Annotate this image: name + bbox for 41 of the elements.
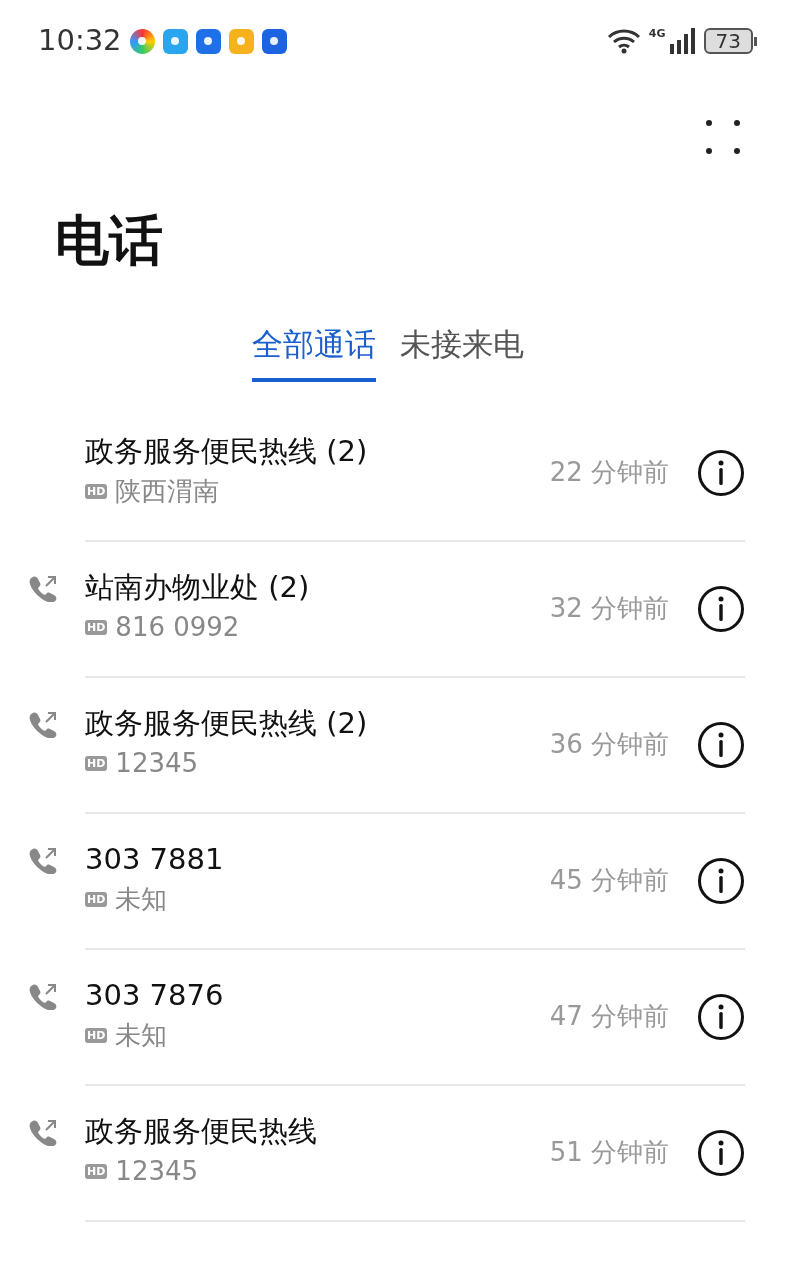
info-button[interactable] (697, 584, 745, 633)
info-button[interactable] (697, 448, 745, 497)
status-time: 10:32 (38, 22, 122, 60)
call-detail: 陕西渭南 (115, 475, 220, 509)
contact-name: 政务服务便民热线 (2) (85, 433, 369, 469)
network-type: 4G (648, 26, 666, 42)
contact-name: 站南办物业处 (2) (85, 569, 311, 605)
menu-button[interactable] (706, 120, 740, 154)
info-button[interactable] (697, 856, 745, 905)
call-time: 51 分钟前 (549, 1136, 669, 1169)
wifi-icon (606, 28, 641, 54)
signal-icon (669, 28, 696, 54)
call-detail: 12345 (115, 1155, 199, 1189)
app-icon (129, 28, 155, 54)
contact-name: 303 7876 (85, 977, 225, 1013)
call-time: 47 分钟前 (549, 1000, 669, 1033)
call-time: 36 分钟前 (549, 728, 669, 761)
hd-badge: HD (85, 484, 108, 500)
contact-name: 政务服务便民热线 (2) (85, 705, 369, 741)
page-title: 电话 (54, 208, 164, 274)
tab[interactable]: 未接来电 (399, 321, 524, 382)
info-button[interactable] (697, 1128, 745, 1177)
call-detail: 未知 (115, 883, 168, 917)
call-detail: 未知 (115, 1019, 168, 1053)
info-button[interactable] (697, 992, 745, 1041)
hd-badge: HD (85, 756, 108, 772)
hd-badge: HD (85, 620, 108, 636)
call-detail: 816 0992 (115, 611, 240, 645)
battery-level: 73 (703, 28, 753, 54)
tab[interactable]: 全部通话 (251, 321, 376, 382)
info-button[interactable] (697, 720, 745, 769)
contact-name: 303 7881 (85, 841, 225, 877)
contact-name: 政务服务便民热线 (85, 1113, 318, 1149)
call-time: 22 分钟前 (549, 456, 669, 489)
battery-cap-icon (754, 36, 757, 46)
call-time: 45 分钟前 (549, 864, 669, 897)
call-detail: 12345 (115, 747, 199, 781)
hd-badge: HD (85, 1028, 108, 1044)
call-time: 32 分钟前 (549, 592, 669, 625)
hd-badge: HD (85, 1164, 108, 1180)
hd-badge: HD (85, 892, 108, 908)
